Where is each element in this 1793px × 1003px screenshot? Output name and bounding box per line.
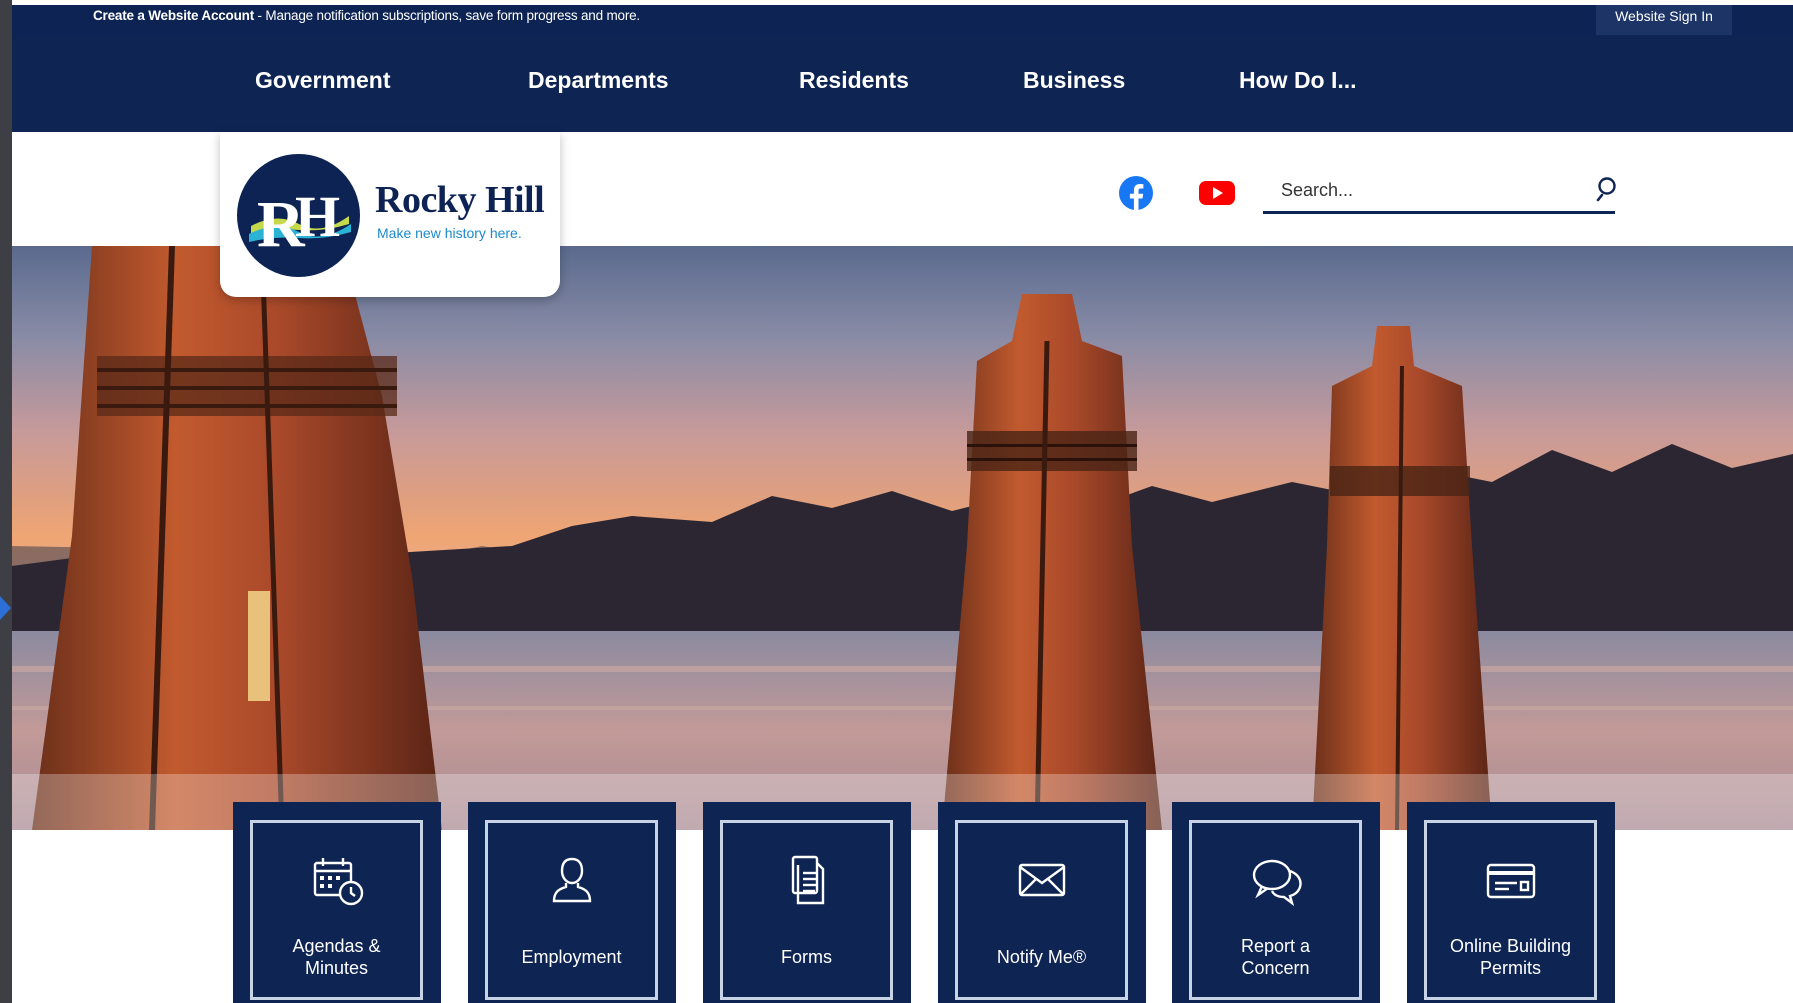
quick-link-online-building-permits[interactable]: Online Building Permits — [1407, 802, 1615, 1003]
nav-item-departments[interactable]: Departments — [528, 67, 669, 94]
facebook-icon[interactable] — [1118, 175, 1154, 211]
gutter-arrow-icon[interactable] — [0, 596, 11, 620]
quick-link-label: Employment — [521, 947, 622, 967]
quick-link-label: Online Building Permits — [1449, 936, 1572, 978]
search-input[interactable] — [1263, 172, 1563, 208]
home-logo-link[interactable]: R H Rocky Hill Make new history here. — [220, 132, 560, 297]
quick-link-frame: Employment — [485, 820, 658, 1000]
quick-link-employment[interactable]: Employment — [468, 802, 676, 1003]
create-account-description: - Manage notification subscriptions, sav… — [254, 8, 641, 23]
quick-link-label: Report a Concern — [1240, 936, 1311, 978]
quick-link-frame: Notify Me® — [955, 820, 1128, 1000]
quick-link-report-concern[interactable]: Report a Concern — [1172, 802, 1380, 1003]
quick-links: Agendas & Minutes Employment Forms Notif… — [233, 802, 1615, 1003]
youtube-icon[interactable] — [1198, 178, 1236, 208]
website-sign-in-button[interactable]: Website Sign In — [1596, 5, 1732, 35]
quick-link-label: Agendas & Minutes — [292, 936, 381, 978]
create-account-link[interactable]: Create a Website Account — [93, 8, 254, 23]
logo-tagline: Make new history here. — [377, 225, 522, 241]
search-box — [1263, 168, 1616, 214]
hero-photo — [12, 246, 1793, 830]
nav-item-government[interactable]: Government — [255, 67, 390, 94]
quick-link-label: Notify Me® — [996, 947, 1087, 967]
quick-link-label: Forms — [781, 947, 832, 967]
left-gutter — [0, 0, 12, 1003]
quick-link-notify-me[interactable]: Notify Me® — [938, 802, 1146, 1003]
quick-link-frame: Forms — [720, 820, 893, 1000]
logo-emblem: R H — [237, 154, 360, 277]
page: Create a Website Account - Manage notifi… — [12, 0, 1793, 1003]
nav-item-residents[interactable]: Residents — [799, 67, 909, 94]
quick-link-forms[interactable]: Forms — [703, 802, 911, 1003]
create-account-notice: Create a Website Account - Manage notifi… — [93, 8, 640, 23]
quick-link-frame: Online Building Permits — [1424, 820, 1597, 1000]
search-icon[interactable] — [1596, 176, 1622, 202]
quick-link-frame: Report a Concern — [1189, 820, 1362, 1000]
svg-text:H: H — [295, 184, 340, 249]
quick-link-frame: Agendas & Minutes — [250, 820, 423, 1000]
nav-item-business[interactable]: Business — [1023, 67, 1125, 94]
utility-bar: Create a Website Account - Manage notifi… — [12, 5, 1793, 35]
quick-link-agendas-minutes[interactable]: Agendas & Minutes — [233, 802, 441, 1003]
main-nav: Government Departments Residents Busines… — [12, 35, 1793, 132]
nav-item-how-do-i[interactable]: How Do I... — [1239, 67, 1357, 94]
logo-name: Rocky Hill — [375, 179, 545, 221]
